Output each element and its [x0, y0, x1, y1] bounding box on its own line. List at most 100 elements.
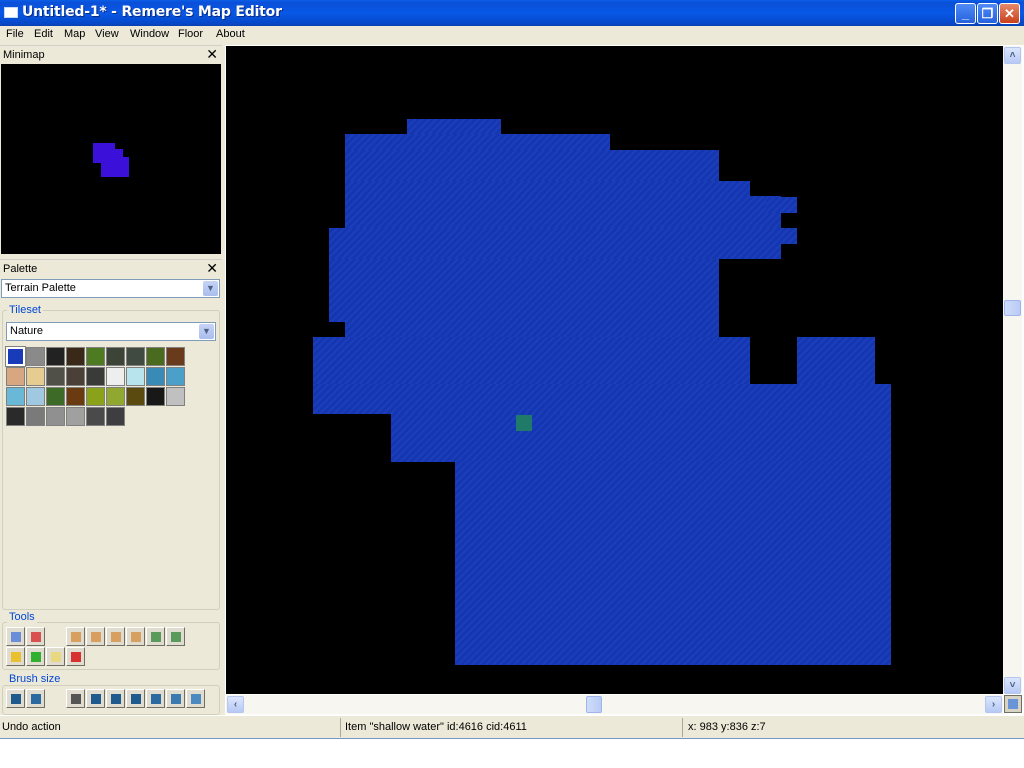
- brush-size-2-button[interactable]: [86, 689, 105, 708]
- water-tiles: [407, 119, 501, 135]
- minimap-header: Minimap ✕: [0, 45, 222, 64]
- nologout-tool-button[interactable]: [46, 647, 65, 666]
- minimap-close-icon[interactable]: ✕: [206, 46, 218, 63]
- eraser-tool-button[interactable]: [26, 627, 45, 646]
- window-hatch-button[interactable]: [166, 627, 185, 646]
- brush-size-4-button[interactable]: [126, 689, 145, 708]
- window-title: Untitled-1* - Remere's Map Editor: [22, 4, 282, 20]
- brush-size-1-button[interactable]: [66, 689, 85, 708]
- vertical-scroll-thumb[interactable]: [1004, 300, 1021, 316]
- brush-stone-floor[interactable]: [46, 407, 65, 426]
- map-canvas[interactable]: [226, 46, 1003, 694]
- brush-ice-crystal[interactable]: [26, 387, 45, 406]
- brush-lime-grass[interactable]: [106, 387, 125, 406]
- brush-stairs-brown[interactable]: [66, 347, 85, 366]
- brush-shape-square-button[interactable]: [6, 689, 25, 708]
- brush-size-3-button[interactable]: [106, 689, 125, 708]
- scroll-up-button[interactable]: ˄: [1004, 47, 1021, 64]
- brush-rock-moss[interactable]: [126, 347, 145, 366]
- brush-size-6-button[interactable]: [166, 689, 185, 708]
- menu-map[interactable]: Map: [64, 28, 85, 40]
- brush-black-soil[interactable]: [146, 387, 165, 406]
- door-quest-icon: [131, 632, 141, 642]
- door-magic-icon: [111, 632, 121, 642]
- tileset-value: Nature: [10, 325, 44, 337]
- scroll-left-button[interactable]: ‹: [227, 696, 244, 713]
- brush-dark-stone[interactable]: [86, 407, 105, 426]
- brush-rock-dark[interactable]: [106, 347, 125, 366]
- brush-ice-rock[interactable]: [146, 367, 165, 386]
- brush-stairs-dark[interactable]: [46, 347, 65, 366]
- menu-edit[interactable]: Edit: [34, 28, 53, 40]
- brush-gravel[interactable]: [66, 407, 85, 426]
- water-tiles: [345, 134, 610, 151]
- water-tiles: [345, 150, 719, 182]
- door-quest-button[interactable]: [126, 627, 145, 646]
- fit-view-button[interactable]: [1004, 695, 1022, 713]
- brush-dark-gravel[interactable]: [6, 407, 25, 426]
- water-tiles: [455, 461, 891, 665]
- palette-close-icon[interactable]: ✕: [206, 260, 218, 277]
- minimap-view[interactable]: [1, 64, 221, 254]
- pz-tool-button[interactable]: [6, 647, 25, 666]
- brush-yellow-grass[interactable]: [86, 387, 105, 406]
- menu-about[interactable]: About: [216, 28, 245, 40]
- brush-brown-earth[interactable]: [126, 387, 145, 406]
- brush-size-7-button[interactable]: [186, 689, 205, 708]
- menu-window[interactable]: Window: [130, 28, 169, 40]
- water-tiles: [766, 197, 797, 213]
- app-icon: [4, 7, 18, 18]
- menu-view[interactable]: View: [95, 28, 119, 40]
- brush-darker-stone[interactable]: [106, 407, 125, 426]
- tileset-select[interactable]: Nature ▼: [6, 322, 216, 341]
- restore-button[interactable]: ❐: [977, 3, 998, 24]
- water-tiles: [781, 228, 797, 244]
- brush-ice[interactable]: [126, 367, 145, 386]
- brush-dirt[interactable]: [66, 387, 85, 406]
- brush-sand[interactable]: [26, 367, 45, 386]
- chevron-right-icon: ›: [991, 699, 996, 710]
- door-locked-button[interactable]: [86, 627, 105, 646]
- brush-grass[interactable]: [86, 347, 105, 366]
- brush-rock-gray[interactable]: [86, 367, 105, 386]
- brush-grass-dark[interactable]: [146, 347, 165, 366]
- door-magic-button[interactable]: [106, 627, 125, 646]
- brush-shape-circle-button[interactable]: [26, 689, 45, 708]
- brush-water[interactable]: [5, 346, 26, 367]
- select-tool-button[interactable]: [6, 627, 25, 646]
- minimize-button[interactable]: _: [955, 3, 976, 24]
- menu-floor[interactable]: Floor: [178, 28, 203, 40]
- scroll-down-button[interactable]: ˅: [1004, 677, 1021, 694]
- brush-rock-sand[interactable]: [46, 367, 65, 386]
- scroll-right-button[interactable]: ›: [985, 696, 1002, 713]
- horizontal-scrollbar[interactable]: ‹ ›: [226, 695, 1003, 714]
- palette-header: Palette ✕: [0, 259, 222, 278]
- menu-file[interactable]: File: [6, 28, 24, 40]
- close-button[interactable]: ✕: [999, 3, 1020, 24]
- pvpzone-tool-button[interactable]: [66, 647, 85, 666]
- chevron-down-icon: ▼: [203, 281, 218, 296]
- chevron-left-icon: ‹: [233, 699, 238, 710]
- brush-mud[interactable]: [166, 347, 185, 366]
- brush-ice-rock-2[interactable]: [166, 367, 185, 386]
- palette-type-select[interactable]: Terrain Palette ▼: [1, 279, 220, 298]
- door-normal-button[interactable]: [66, 627, 85, 646]
- tileset-label: Tileset: [7, 304, 43, 316]
- brush-gray-stone[interactable]: [26, 347, 45, 366]
- brush-size-5-button[interactable]: [146, 689, 165, 708]
- tools-label: Tools: [7, 611, 37, 623]
- window-normal-button[interactable]: [146, 627, 165, 646]
- nopvp-tool-button[interactable]: [26, 647, 45, 666]
- eraser-tool-icon: [31, 632, 41, 642]
- brush-size-3-icon: [111, 694, 121, 704]
- brush-sand-cracked[interactable]: [6, 367, 25, 386]
- horizontal-scroll-thumb[interactable]: [586, 696, 602, 713]
- brush-cobble[interactable]: [26, 407, 45, 426]
- vertical-scrollbar[interactable]: ˄ ˅: [1003, 46, 1022, 694]
- brush-snow[interactable]: [106, 367, 125, 386]
- brush-light-gravel[interactable]: [166, 387, 185, 406]
- brush-rock-brown[interactable]: [66, 367, 85, 386]
- brush-jungle-grass[interactable]: [46, 387, 65, 406]
- status-separator: [682, 718, 683, 737]
- brush-ice-rock-3[interactable]: [6, 387, 25, 406]
